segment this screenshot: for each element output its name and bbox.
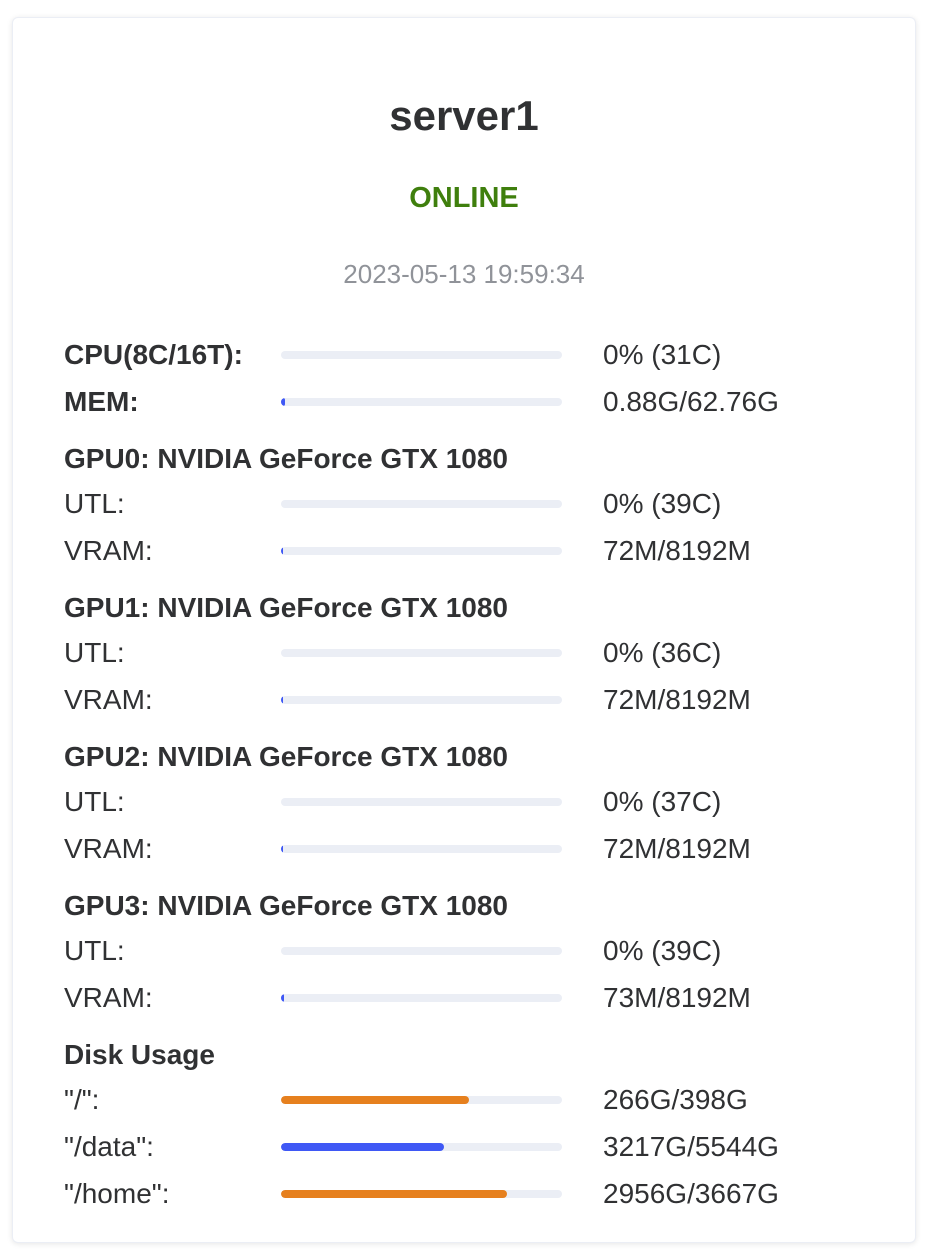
gpu3-vram-row: VRAM: 73M/8192M [64,974,884,1021]
gpu0-vram-label: VRAM: [64,534,153,566]
gpu1-utl-row: UTL: 0% (36C) [64,629,884,676]
mem-progress-fill [281,397,285,406]
disk-usage-title: Disk Usage [64,1039,215,1070]
gpu1-title: GPU1: NVIDIA GeForce GTX 1080 [64,592,508,623]
mem-row: MEM: 0.88G/62.76G [64,378,884,425]
gpu2-title: GPU2: NVIDIA GeForce GTX 1080 [64,741,508,772]
gpu1-vram-progress-bar [281,695,562,704]
gpu0-utl-progress-bar [281,499,562,508]
gpu3-vram-label: VRAM: [64,981,153,1013]
gpu2-utl-progress-bar [281,797,562,806]
mem-progress-bar [281,397,562,406]
metrics-list: CPU(8C/16T): 0% (31C) MEM: 0.88G/62.76G … [64,331,884,1217]
gpu3-vram-value: 73M/8192M [603,981,751,1013]
cpu-progress-bar [281,350,562,359]
gpu3-header: GPU3: NVIDIA GeForce GTX 1080 [64,872,884,927]
gpu2-utl-row: UTL: 0% (37C) [64,778,884,825]
cpu-row: CPU(8C/16T): 0% (31C) [64,331,884,378]
gpu0-vram-row: VRAM: 72M/8192M [64,527,884,574]
gpu0-vram-progress-bar [281,546,562,555]
disk-data-value: 3217G/5544G [603,1130,779,1162]
cpu-value: 0% (31C) [603,338,722,370]
disk-root-progress-bar [281,1095,562,1104]
gpu2-vram-label: VRAM: [64,832,153,864]
gpu0-utl-row: UTL: 0% (39C) [64,480,884,527]
gpu2-header: GPU2: NVIDIA GeForce GTX 1080 [64,723,884,778]
gpu3-utl-label: UTL: [64,934,125,966]
gpu1-header: GPU1: NVIDIA GeForce GTX 1080 [64,574,884,629]
gpu1-vram-row: VRAM: 72M/8192M [64,676,884,723]
last-updated-timestamp: 2023-05-13 19:59:34 [343,259,585,289]
gpu0-vram-value: 72M/8192M [603,534,751,566]
gpu2-vram-row: VRAM: 72M/8192M [64,825,884,872]
disk-root-row: "/": 266G/398G [64,1076,884,1123]
gpu3-vram-progress-bar [281,993,562,1002]
gpu0-vram-progress-fill [281,546,284,555]
server-card: server1 ONLINE 2023-05-13 19:59:34 CPU(8… [12,17,916,1243]
disk-home-row: "/home": 2956G/3667G [64,1170,884,1217]
gpu1-utl-value: 0% (36C) [603,636,722,668]
gpu0-utl-label: UTL: [64,487,125,519]
cpu-label: CPU(8C/16T): [64,338,243,370]
gpu1-vram-value: 72M/8192M [603,683,751,715]
disk-usage-header: Disk Usage [64,1021,884,1076]
disk-root-label: "/": [64,1083,100,1115]
gpu0-title: GPU0: NVIDIA GeForce GTX 1080 [64,443,508,474]
gpu1-utl-label: UTL: [64,636,125,668]
gpu1-vram-progress-fill [281,695,284,704]
disk-data-row: "/data": 3217G/5544G [64,1123,884,1170]
disk-data-progress-fill [281,1142,444,1151]
gpu1-utl-progress-bar [281,648,562,657]
disk-home-progress-fill [281,1189,508,1198]
gpu0-header: GPU0: NVIDIA GeForce GTX 1080 [64,425,884,480]
gpu3-vram-progress-fill [281,993,284,1002]
disk-home-label: "/home": [64,1177,170,1209]
disk-root-value: 266G/398G [603,1083,748,1115]
gpu0-utl-value: 0% (39C) [603,487,722,519]
gpu3-utl-row: UTL: 0% (39C) [64,927,884,974]
gpu2-vram-progress-bar [281,844,562,853]
gpu3-utl-value: 0% (39C) [603,934,722,966]
gpu2-utl-label: UTL: [64,785,125,817]
gpu2-vram-value: 72M/8192M [603,832,751,864]
gpu1-vram-label: VRAM: [64,683,153,715]
disk-root-progress-fill [281,1095,469,1104]
gpu2-vram-progress-fill [281,844,284,853]
disk-home-progress-bar [281,1189,562,1198]
disk-data-label: "/data": [64,1130,154,1162]
mem-value: 0.88G/62.76G [603,385,779,417]
disk-home-value: 2956G/3667G [603,1177,779,1209]
disk-data-progress-bar [281,1142,562,1151]
gpu3-utl-progress-bar [281,946,562,955]
status-badge: ONLINE [409,182,519,214]
gpu2-utl-value: 0% (37C) [603,785,722,817]
gpu3-title: GPU3: NVIDIA GeForce GTX 1080 [64,890,508,921]
mem-label: MEM: [64,385,139,417]
server-name: server1 [389,92,539,139]
